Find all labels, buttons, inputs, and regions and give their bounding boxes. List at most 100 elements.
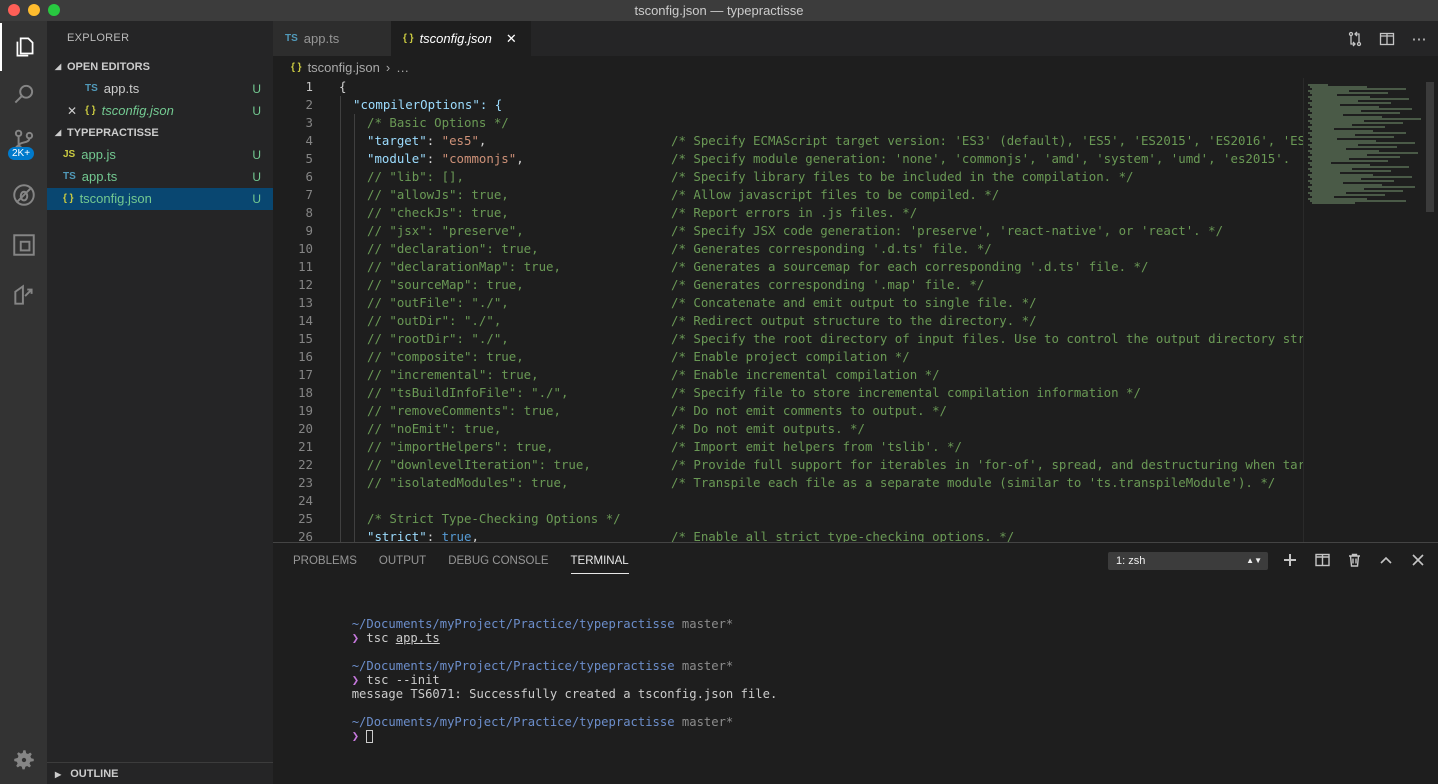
code-text: "compilerOptions": {: [353, 96, 502, 114]
command-arg[interactable]: app.ts: [396, 631, 440, 645]
code-line[interactable]: 13 // "outFile": "./", /* Concatenate and …: [273, 294, 1303, 312]
maximize-panel-icon[interactable]: [1378, 551, 1394, 569]
vscode-window: tsconfig.json — typepractisse 2K+ EXPLOR…: [0, 0, 1438, 784]
editor-scrollbar[interactable]: [1426, 82, 1434, 212]
open-editor-tsconfig[interactable]: ✕ { } tsconfig.json U: [47, 100, 273, 122]
new-terminal-icon[interactable]: [1282, 551, 1298, 569]
code-line[interactable]: 1{: [273, 78, 1303, 96]
code-token: // "outDir": "./",: [367, 313, 502, 328]
code-text: // "downlevelIteration": true,: [367, 456, 591, 474]
code-line[interactable]: 16 // "composite": true, /* Enable project…: [273, 348, 1303, 366]
code-line[interactable]: 5 "module": "commonjs", /* Specify module …: [273, 150, 1303, 168]
json-key: "module": [367, 151, 427, 166]
explorer-icon[interactable]: [0, 23, 47, 71]
breadcrumb-more[interactable]: …: [396, 60, 409, 75]
tab-terminal[interactable]: TERMINAL: [570, 555, 629, 574]
file-app-ts[interactable]: TS app.ts U: [47, 166, 273, 188]
more-actions-icon[interactable]: ⋯: [1410, 30, 1428, 48]
code-line[interactable]: 7 // "allowJs": true, /* Allow javascript …: [273, 186, 1303, 204]
outline-section[interactable]: ▶ OUTLINE: [47, 762, 273, 784]
code-line[interactable]: 21 // "importHelpers": true, /* Import emi…: [273, 438, 1303, 456]
code-line[interactable]: 10 // "declaration": true, /* Generates co…: [273, 240, 1303, 258]
code-text: // "noEmit": true,: [367, 420, 501, 438]
code-line[interactable]: 4 "target": "es5", /* Specify ECMAScript t…: [273, 132, 1303, 150]
inline-comment: /* Generates corresponding '.map' file. …: [671, 277, 985, 292]
file-app-js[interactable]: JS app.js U: [47, 144, 273, 166]
line-number: 2: [305, 97, 313, 112]
folder-section[interactable]: ◢ TYPEPRACTISSE: [47, 122, 273, 144]
code-text: "module": "commonjs",: [367, 151, 524, 166]
code-editor[interactable]: 1{2 "compilerOptions": {3/* Basic Options…: [273, 78, 1303, 542]
code-line[interactable]: 6 // "lib": [], /* Specify library files t…: [273, 168, 1303, 186]
code-line[interactable]: 20 // "noEmit": true, /* Do not emit outpu…: [273, 420, 1303, 438]
inline-comment: /* Do not emit outputs. */: [671, 421, 865, 436]
code-text: // "importHelpers": true,: [367, 438, 554, 456]
open-editors-section[interactable]: ◢ OPEN EDITORS: [47, 56, 273, 78]
code-text: /* Strict Type-Checking Options */: [367, 510, 621, 528]
code-line[interactable]: 14 // "outDir": "./", /* Redirect output s…: [273, 312, 1303, 330]
terminal-output[interactable]: ~/Documents/myProject/Practice/typepract…: [293, 603, 777, 743]
code-line[interactable]: 19 // "removeComments": true, /* Do not em…: [273, 402, 1303, 420]
minimize-window-button[interactable]: [28, 4, 40, 16]
prompt-icon: ❯: [351, 631, 360, 645]
code-line[interactable]: 9 // "jsx": "preserve", /* Specify JSX cod…: [273, 222, 1303, 240]
file-tsconfig-json[interactable]: { } tsconfig.json U: [47, 188, 273, 210]
close-icon[interactable]: ✕: [506, 31, 517, 47]
command: tsc: [366, 631, 389, 645]
code-token: // "outFile": "./",: [367, 295, 509, 310]
code-token: // "rootDir": "./",: [367, 331, 509, 346]
code-token: // "jsx": "preserve",: [367, 223, 524, 238]
code-line[interactable]: 26 "strict": true, /* Enable all strict ty…: [273, 528, 1303, 542]
live-share-icon[interactable]: [0, 271, 47, 319]
code-line[interactable]: 11 // "declarationMap": true, /* Generates…: [273, 258, 1303, 276]
split-editor-icon[interactable]: [1378, 30, 1396, 48]
code-line[interactable]: 24: [273, 492, 1303, 510]
close-window-button[interactable]: [8, 4, 20, 16]
minimap[interactable]: [1303, 78, 1438, 542]
code-line[interactable]: 2 "compilerOptions": {: [273, 96, 1303, 114]
code-line[interactable]: 22 // "downlevelIteration": true, /* Provi…: [273, 456, 1303, 474]
code-line[interactable]: 3 /* Basic Options */: [273, 114, 1303, 132]
panel-actions: [1282, 551, 1426, 569]
code-line[interactable]: 23 // "isolatedModules": true, /* Transpil…: [273, 474, 1303, 492]
tab-debug-console[interactable]: DEBUG CONSOLE: [448, 555, 548, 567]
close-icon[interactable]: ✕: [67, 100, 77, 122]
code-text: {: [339, 78, 346, 96]
terminal-select[interactable]: 1: zsh ▲▼: [1108, 552, 1268, 570]
split-terminal-icon[interactable]: [1314, 551, 1330, 569]
breadcrumb-file[interactable]: tsconfig.json: [308, 60, 380, 75]
settings-gear-icon[interactable]: [0, 736, 47, 784]
code-token: {: [339, 79, 347, 94]
code-line[interactable]: 18 // "tsBuildInfoFile": "./", /* Specify …: [273, 384, 1303, 402]
typescript-file-icon: TS: [85, 83, 98, 94]
code-line[interactable]: 12 // "sourceMap": true, /* Generates corr…: [273, 276, 1303, 294]
open-editor-app-ts[interactable]: TS app.ts U: [47, 78, 273, 100]
line-number: 1: [305, 79, 313, 94]
code-text: // "tsBuildInfoFile": "./",: [367, 384, 568, 402]
code-text: // "isolatedModules": true,: [367, 474, 568, 492]
maximize-window-button[interactable]: [48, 4, 60, 16]
tab-output[interactable]: OUTPUT: [379, 555, 426, 567]
trash-icon[interactable]: [1346, 551, 1362, 569]
open-changes-icon[interactable]: [1346, 30, 1364, 48]
extensions-icon[interactable]: [0, 221, 47, 269]
minimap-line: [1312, 202, 1355, 204]
search-icon[interactable]: [0, 71, 47, 119]
tab-problems[interactable]: PROBLEMS: [293, 555, 357, 567]
close-panel-icon[interactable]: [1410, 551, 1426, 569]
tab-tsconfig-json[interactable]: { } tsconfig.json ✕: [391, 21, 531, 56]
chevron-down-icon: ◢: [55, 62, 62, 71]
command: tsc --init: [366, 673, 440, 687]
json-file-icon: { }: [403, 33, 414, 44]
code-text: // "declaration": true,: [367, 240, 539, 258]
code-line[interactable]: 8 // "checkJs": true, /* Report errors in …: [273, 204, 1303, 222]
code-line[interactable]: 15 // "rootDir": "./", /* Specify the root…: [273, 330, 1303, 348]
code-line[interactable]: 25 /* Strict Type-Checking Options */: [273, 510, 1303, 528]
code-line[interactable]: 17 // "incremental": true, /* Enable incre…: [273, 366, 1303, 384]
line-number: 16: [298, 349, 313, 364]
line-number: 13: [298, 295, 313, 310]
file-name: app.ts: [81, 169, 118, 184]
tab-app-ts[interactable]: TS app.ts: [273, 21, 391, 56]
debug-icon[interactable]: [0, 171, 47, 219]
line-number: 6: [305, 169, 313, 184]
